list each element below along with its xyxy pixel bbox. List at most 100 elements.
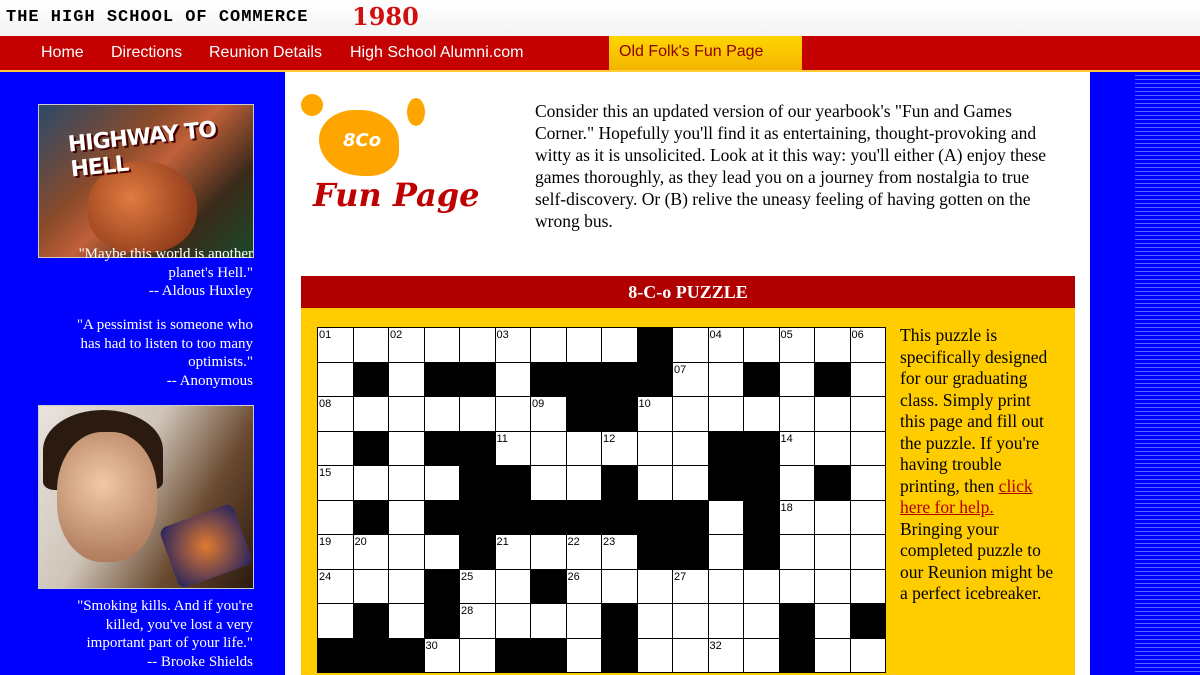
crossword-cell[interactable] xyxy=(459,327,496,363)
crossword-cell[interactable] xyxy=(530,534,567,570)
crossword-cell[interactable]: 15 xyxy=(317,465,354,501)
crossword-cell[interactable] xyxy=(565,327,602,363)
crossword-cell[interactable] xyxy=(849,465,886,501)
crossword-cell[interactable]: 25 xyxy=(459,568,496,604)
crossword-cell[interactable] xyxy=(352,396,389,432)
crossword-cell[interactable] xyxy=(778,465,815,501)
crossword-cell[interactable] xyxy=(849,430,886,466)
nav-high-school-alumni[interactable]: High School Alumni.com xyxy=(350,44,523,62)
crossword-cell[interactable] xyxy=(636,637,673,673)
crossword-cell[interactable] xyxy=(814,327,851,363)
crossword-cell[interactable]: 24 xyxy=(317,568,354,604)
crossword-cell[interactable] xyxy=(601,568,638,604)
crossword-cell[interactable] xyxy=(317,603,354,639)
crossword-cell[interactable] xyxy=(317,430,354,466)
crossword-cell[interactable]: 20 xyxy=(352,534,389,570)
crossword-cell[interactable]: 12 xyxy=(601,430,638,466)
crossword-cell[interactable] xyxy=(814,568,851,604)
crossword-cell[interactable]: 06 xyxy=(849,327,886,363)
crossword-cell[interactable] xyxy=(814,430,851,466)
crossword-cell[interactable] xyxy=(707,396,744,432)
crossword-cell[interactable] xyxy=(814,499,851,535)
crossword-cell[interactable]: 19 xyxy=(317,534,354,570)
crossword-cell[interactable] xyxy=(778,396,815,432)
crossword-cell[interactable] xyxy=(778,568,815,604)
nav-home[interactable]: Home xyxy=(41,44,84,62)
crossword-cell[interactable] xyxy=(530,465,567,501)
nav-fun-page[interactable]: Old Folk's Fun Page xyxy=(609,36,802,61)
crossword-cell[interactable] xyxy=(352,327,389,363)
crossword-cell[interactable] xyxy=(814,396,851,432)
crossword-cell[interactable] xyxy=(849,499,886,535)
crossword-cell[interactable] xyxy=(565,603,602,639)
crossword-cell[interactable] xyxy=(707,568,744,604)
crossword-cell[interactable] xyxy=(814,603,851,639)
crossword-cell[interactable] xyxy=(849,361,886,397)
crossword-cell[interactable] xyxy=(388,430,425,466)
crossword-cell[interactable]: 14 xyxy=(778,430,815,466)
crossword-cell[interactable] xyxy=(530,327,567,363)
crossword-cell[interactable] xyxy=(778,534,815,570)
crossword-cell[interactable]: 08 xyxy=(317,396,354,432)
crossword-cell[interactable]: 07 xyxy=(672,361,709,397)
crossword-cell[interactable]: 04 xyxy=(707,327,744,363)
crossword-cell[interactable] xyxy=(814,534,851,570)
crossword-cell[interactable] xyxy=(423,465,460,501)
crossword-cell[interactable] xyxy=(672,327,709,363)
crossword-cell[interactable] xyxy=(636,430,673,466)
crossword-cell[interactable] xyxy=(317,361,354,397)
crossword-cell[interactable] xyxy=(743,396,780,432)
crossword-cell[interactable] xyxy=(530,603,567,639)
crossword-cell[interactable] xyxy=(494,603,531,639)
crossword-cell[interactable] xyxy=(423,327,460,363)
crossword-cell[interactable]: 26 xyxy=(565,568,602,604)
crossword-cell[interactable] xyxy=(388,603,425,639)
crossword-cell[interactable] xyxy=(352,568,389,604)
nav-reunion-details[interactable]: Reunion Details xyxy=(209,44,322,62)
crossword-cell[interactable] xyxy=(707,534,744,570)
crossword-cell[interactable]: 27 xyxy=(672,568,709,604)
crossword-cell[interactable] xyxy=(849,534,886,570)
crossword-cell[interactable] xyxy=(494,361,531,397)
crossword-cell[interactable] xyxy=(707,499,744,535)
crossword-cell[interactable] xyxy=(707,361,744,397)
crossword-cell[interactable] xyxy=(672,637,709,673)
crossword-cell[interactable] xyxy=(317,499,354,535)
crossword-cell[interactable]: 05 xyxy=(778,327,815,363)
crossword-cell[interactable] xyxy=(743,637,780,673)
crossword-cell[interactable]: 09 xyxy=(530,396,567,432)
crossword-cell[interactable] xyxy=(601,327,638,363)
crossword-cell[interactable]: 22 xyxy=(565,534,602,570)
crossword-cell[interactable]: 10 xyxy=(636,396,673,432)
crossword-cell[interactable] xyxy=(423,534,460,570)
crossword-cell[interactable]: 03 xyxy=(494,327,531,363)
crossword-cell[interactable] xyxy=(743,603,780,639)
crossword-cell[interactable] xyxy=(778,361,815,397)
crossword-cell[interactable] xyxy=(849,396,886,432)
crossword-cell[interactable] xyxy=(743,327,780,363)
crossword-cell[interactable] xyxy=(849,637,886,673)
crossword-cell[interactable] xyxy=(672,603,709,639)
crossword-cell[interactable]: 11 xyxy=(494,430,531,466)
crossword-cell[interactable] xyxy=(388,465,425,501)
crossword-cell[interactable]: 21 xyxy=(494,534,531,570)
crossword-cell[interactable] xyxy=(672,430,709,466)
crossword-cell[interactable] xyxy=(672,465,709,501)
crossword-cell[interactable] xyxy=(565,465,602,501)
crossword-cell[interactable] xyxy=(565,637,602,673)
crossword-cell[interactable] xyxy=(530,430,567,466)
crossword-cell[interactable] xyxy=(494,396,531,432)
crossword-cell[interactable]: 32 xyxy=(707,637,744,673)
crossword-cell[interactable]: 23 xyxy=(601,534,638,570)
crossword-cell[interactable] xyxy=(459,637,496,673)
nav-directions[interactable]: Directions xyxy=(111,44,182,62)
crossword-cell[interactable]: 02 xyxy=(388,327,425,363)
crossword-cell[interactable] xyxy=(565,430,602,466)
crossword-cell[interactable] xyxy=(423,396,460,432)
crossword-cell[interactable] xyxy=(707,603,744,639)
crossword-cell[interactable] xyxy=(459,396,496,432)
crossword-cell[interactable] xyxy=(388,361,425,397)
crossword-cell[interactable] xyxy=(494,568,531,604)
crossword-cell[interactable]: 30 xyxy=(423,637,460,673)
crossword-cell[interactable] xyxy=(672,396,709,432)
